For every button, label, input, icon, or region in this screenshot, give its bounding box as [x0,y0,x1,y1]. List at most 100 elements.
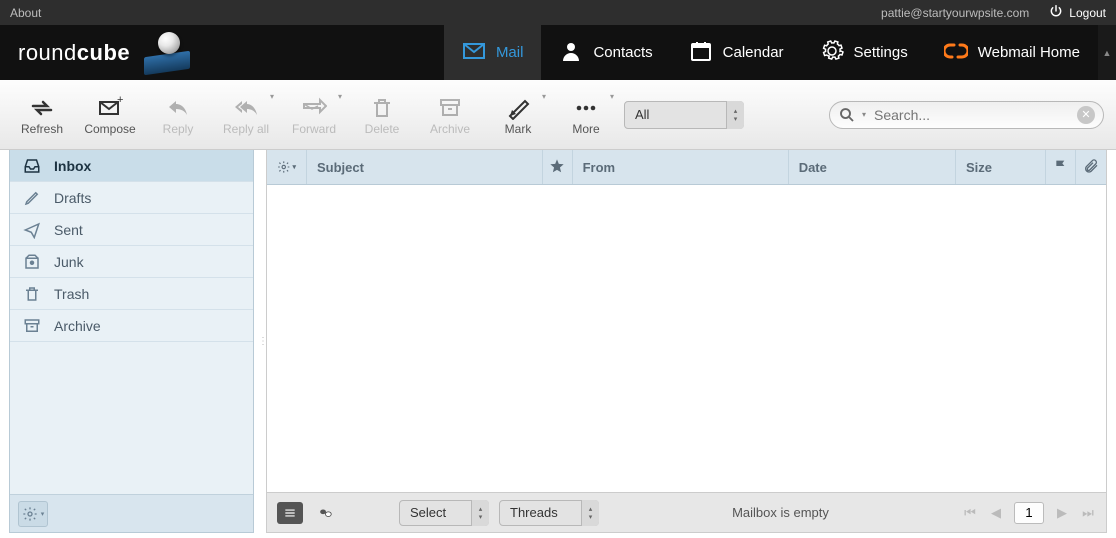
gear-icon [820,39,844,67]
flag-icon [1053,158,1069,177]
cpanel-icon [944,39,968,67]
reply-all-button: ▾ Reply all [216,88,276,142]
pager: ⏮ ◀ ▶ ⏭ [962,502,1096,524]
logo-text: roundcube [18,40,130,66]
pager-first: ⏮ [962,505,978,521]
nav-settings[interactable]: Settings [802,25,926,80]
search-scope-caret[interactable]: ▾ [862,110,866,119]
chevron-down-icon: ▾ [41,510,45,518]
contact-icon [559,39,583,67]
more-button[interactable]: ▾ More [556,88,616,142]
body: Inbox Drafts Sent Junk [0,150,1116,538]
list-options-button[interactable]: ▾ [267,150,307,184]
folder-drafts[interactable]: Drafts [10,182,253,214]
filter-select-wrap: ▴▾ [624,101,744,129]
folder-sent[interactable]: Sent [10,214,253,246]
nav-contacts-label: Contacts [593,44,652,61]
chevron-down-icon: ▾ [292,163,296,171]
logout-link[interactable]: Logout [1049,4,1106,21]
user-email: pattie@startyourwpsite.com [881,6,1029,20]
toolbar: Refresh + Compose Reply ▾ Reply all ▾ Fo… [0,80,1116,150]
select-menu[interactable]: ▴▾ [399,500,489,526]
main-nav: roundcube Mail Contacts Calendar Setting… [0,25,1116,80]
folder-sidebar: Inbox Drafts Sent Junk [9,150,254,533]
col-flag-star[interactable] [543,150,573,184]
col-attachment[interactable] [1076,150,1106,184]
folder-archive[interactable]: Archive [10,310,253,342]
reply-button: Reply [148,88,208,142]
nav-calendar[interactable]: Calendar [671,25,802,80]
refresh-icon [27,94,57,122]
logo: roundcube [0,25,212,80]
logo-icon [140,34,194,72]
logout-label: Logout [1069,6,1106,20]
archive-button: Archive [420,88,480,142]
threads-menu-input[interactable] [499,500,599,526]
calendar-icon [689,39,713,67]
nav-more-caret[interactable]: ▲ [1098,25,1116,80]
star-icon [549,158,565,177]
col-from[interactable]: From [573,150,789,184]
folder-junk[interactable]: Junk [10,246,253,278]
trash-icon [367,94,397,122]
nav-mail-label: Mail [496,44,524,61]
junk-icon [22,253,42,271]
search-input[interactable] [874,107,1077,123]
reply-all-icon [231,94,261,122]
refresh-button[interactable]: Refresh [12,88,72,142]
reply-icon [163,94,193,122]
folder-inbox[interactable]: Inbox [10,150,253,182]
archive-folder-icon [22,317,42,335]
threads-menu[interactable]: ▴▾ [499,500,599,526]
folder-options-button[interactable]: ▾ [18,501,48,527]
message-list [267,185,1106,492]
select-menu-input[interactable] [399,500,489,526]
message-pane: ▾ Subject From Date Size [266,150,1107,533]
search-icon [838,106,856,124]
inbox-icon [22,157,42,175]
power-icon [1049,4,1063,21]
search-box: ▾ ✕ [829,101,1104,129]
sidebar-footer: ▾ [10,494,253,532]
col-size[interactable]: Size [956,150,1046,184]
drafts-icon [22,189,42,207]
about-link[interactable]: About [10,6,41,20]
nav-mail[interactable]: Mail [444,25,542,80]
search-clear-icon[interactable]: ✕ [1077,106,1095,124]
attachment-icon [1083,158,1099,177]
col-date[interactable]: Date [789,150,956,184]
topbar: About pattie@startyourwpsite.com Logout [0,0,1116,25]
nav-calendar-label: Calendar [723,44,784,61]
nav-webmail-home[interactable]: Webmail Home [926,25,1098,80]
layout-list-button[interactable] [277,502,303,524]
forward-icon [299,94,329,122]
layout-preview-button[interactable] [313,502,339,524]
trash-folder-icon [22,285,42,303]
nav-webmail-label: Webmail Home [978,44,1080,61]
mail-icon [462,39,486,67]
pager-prev: ◀ [988,505,1004,521]
delete-button: Delete [352,88,412,142]
compose-button[interactable]: + Compose [80,88,140,142]
col-subject[interactable]: Subject [307,150,543,184]
list-header: ▾ Subject From Date Size [267,150,1106,185]
status-bar: ▴▾ ▴▾ Mailbox is empty ⏮ ◀ ▶ ⏭ [267,492,1106,532]
compose-icon: + [95,94,125,122]
nav-settings-label: Settings [854,44,908,61]
nav-contacts[interactable]: Contacts [541,25,670,80]
more-icon [571,94,601,122]
status-message: Mailbox is empty [609,505,952,520]
pager-next: ▶ [1054,505,1070,521]
filter-select[interactable] [624,101,744,129]
pager-page-input[interactable] [1014,502,1044,524]
folder-trash[interactable]: Trash [10,278,253,310]
mark-button[interactable]: ▾ Mark [488,88,548,142]
pager-last: ⏭ [1080,505,1096,521]
folder-list: Inbox Drafts Sent Junk [10,150,253,494]
mark-icon [503,94,533,122]
sent-icon [22,221,42,239]
archive-icon [435,94,465,122]
forward-button: ▾ Forward [284,88,344,142]
svg-text:+: + [117,96,123,106]
col-flag[interactable] [1046,150,1076,184]
